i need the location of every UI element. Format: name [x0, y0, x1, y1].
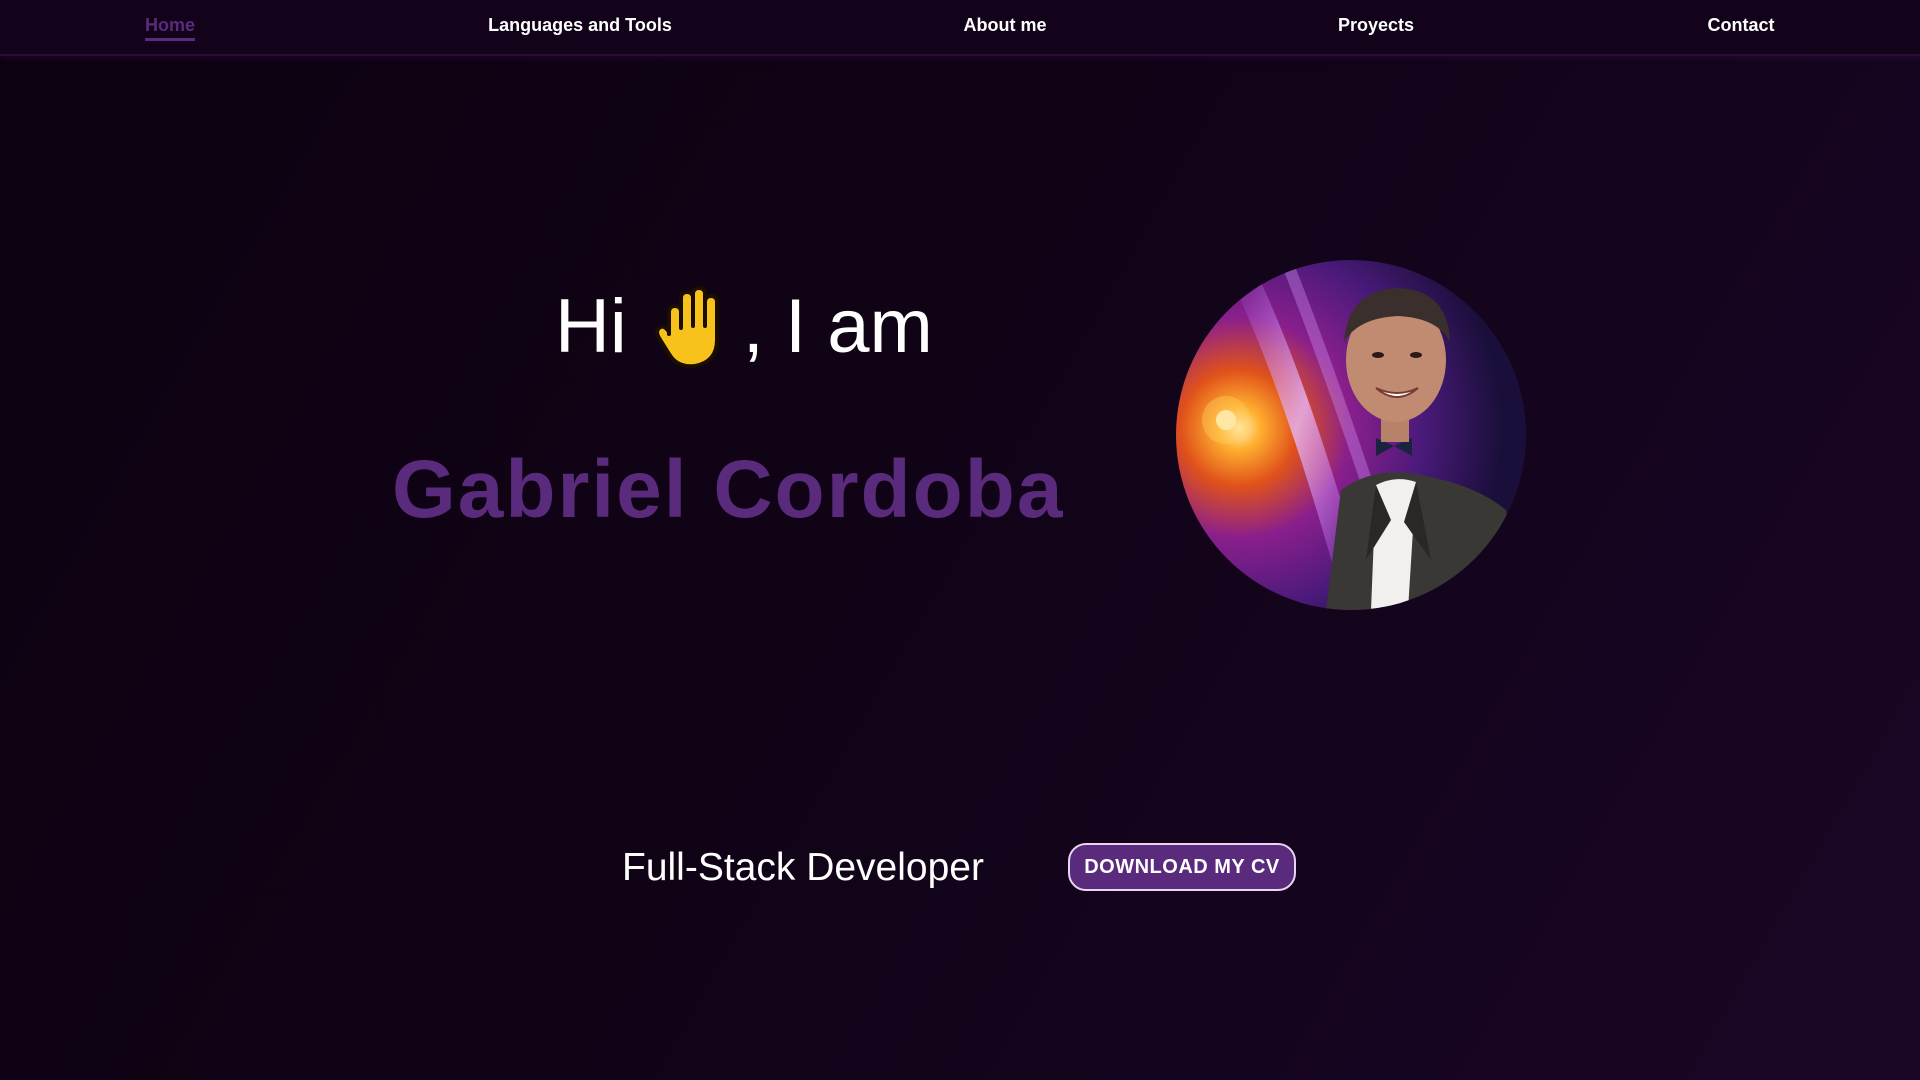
- nav-languages-tools-link[interactable]: Languages and Tools: [488, 15, 672, 35]
- nav-contact-link[interactable]: Contact: [1708, 15, 1775, 35]
- nav-home-link[interactable]: Home: [144, 15, 196, 41]
- top-navbar: Home Languages and Tools About me Proyec…: [0, 0, 1920, 56]
- hero-name: Gabriel Cordoba: [392, 444, 1065, 535]
- role-title: Full-Stack Developer: [622, 846, 984, 889]
- profile-avatar: [1176, 260, 1526, 610]
- hero-greeting: Hi , I am: [555, 282, 933, 372]
- greeting-hi-text: Hi: [555, 284, 627, 369]
- download-cv-button[interactable]: DOWNLOAD MY CV: [1068, 843, 1296, 891]
- greeting-i-am-text: , I am: [742, 284, 933, 369]
- nav-about-me-link[interactable]: About me: [964, 15, 1047, 35]
- nav-proyects-link[interactable]: Proyects: [1338, 15, 1414, 35]
- raised-hand-icon: [649, 282, 729, 372]
